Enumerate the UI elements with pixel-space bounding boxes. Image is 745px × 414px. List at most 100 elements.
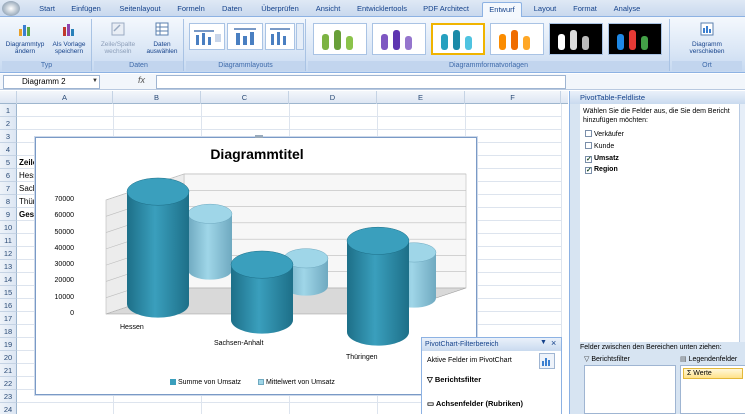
- tab-format[interactable]: Format: [570, 2, 600, 17]
- layouts-more-button[interactable]: [296, 23, 304, 50]
- chart-style-orange[interactable]: [490, 23, 544, 55]
- row-header[interactable]: 8: [0, 195, 17, 208]
- tab-daten[interactable]: Daten: [218, 2, 246, 17]
- formula-input[interactable]: [156, 75, 566, 89]
- pane-title: PivotTable-Feldliste: [570, 91, 745, 104]
- tab-pdf-architect[interactable]: PDF Architect: [420, 2, 472, 17]
- checkbox-region-checked[interactable]: ✓: [585, 167, 592, 174]
- filter-berichtsfilter[interactable]: ▽ Berichtsfilter: [427, 375, 481, 384]
- filter-pane-chart-icon[interactable]: [539, 353, 555, 369]
- move-chart-button[interactable]: Diagramm verschieben: [678, 21, 736, 55]
- column-header-f[interactable]: F: [465, 91, 561, 104]
- row-header[interactable]: 3: [0, 130, 17, 143]
- row-header[interactable]: 12: [0, 247, 17, 260]
- legendenfelder-dropzone[interactable]: Σ Werte: [680, 365, 745, 414]
- select-all-corner[interactable]: [0, 91, 17, 104]
- field-kunde[interactable]: Kunde: [585, 142, 614, 151]
- select-data-button[interactable]: Daten auswählen: [142, 21, 182, 55]
- office-button[interactable]: [2, 1, 20, 16]
- column-header-a[interactable]: A: [17, 91, 113, 104]
- column-header-d[interactable]: D: [289, 91, 377, 104]
- berichtsfilter-dropzone[interactable]: [584, 365, 676, 414]
- checkbox-kunde[interactable]: [585, 142, 592, 149]
- checkbox-umsatz-checked[interactable]: ✓: [585, 156, 592, 163]
- layout-option-1[interactable]: [189, 23, 225, 50]
- row-header[interactable]: 7: [0, 182, 17, 195]
- filter-achsenfelder[interactable]: ▭ Achsenfelder (Rubriken): [427, 399, 523, 408]
- row-header[interactable]: 20: [0, 351, 17, 364]
- style-teal-icon: [441, 30, 472, 50]
- row-header[interactable]: 2: [0, 117, 17, 130]
- select-data-icon: [155, 22, 169, 36]
- column-header-b[interactable]: B: [113, 91, 201, 104]
- row-header[interactable]: 16: [0, 299, 17, 312]
- field-region[interactable]: ✓ Region: [585, 165, 618, 174]
- row-header[interactable]: 23: [0, 390, 17, 403]
- fx-icon[interactable]: fx: [138, 75, 145, 85]
- field-umsatz[interactable]: ✓ Umsatz: [585, 154, 619, 163]
- pivot-chart[interactable]: Diagrammtitel 70000 60000 50000 40000 30000 2…: [35, 135, 477, 395]
- row-header[interactable]: 10: [0, 221, 17, 234]
- filter-pane-close-icon[interactable]: ×: [551, 338, 556, 348]
- tab-start[interactable]: Start: [34, 2, 60, 17]
- y-tick-label: 10000: [54, 293, 74, 301]
- row-header[interactable]: 18: [0, 325, 17, 338]
- tab-ueberpruefen[interactable]: Überprüfen: [258, 2, 302, 17]
- name-box[interactable]: Diagramm 2: [3, 75, 100, 89]
- row-header[interactable]: 14: [0, 273, 17, 286]
- tab-ansicht[interactable]: Ansicht: [312, 2, 344, 17]
- row-header[interactable]: 6: [0, 169, 17, 182]
- layout-option-3[interactable]: [265, 23, 295, 50]
- tab-seitenlayout[interactable]: Seitenlayout: [116, 2, 164, 17]
- switch-row-column-button[interactable]: Zeile/Spalte wechseln: [96, 21, 140, 55]
- row-header[interactable]: 19: [0, 338, 17, 351]
- field-list-scrollbar[interactable]: [739, 104, 745, 342]
- y-tick-label: 20000: [54, 277, 74, 285]
- chart-style-multicolor[interactable]: [608, 23, 662, 55]
- row-header[interactable]: 22: [0, 377, 17, 390]
- areas-instruction: Felder zwischen den Bereichen unten zieh…: [580, 344, 722, 351]
- y-tick-label: 60000: [54, 212, 74, 220]
- legend-series-mittelwert[interactable]: Mittelwert von Umsatz: [258, 379, 335, 386]
- chart-style-black-white[interactable]: [549, 23, 603, 55]
- tab-einfuegen[interactable]: Einfügen: [68, 2, 104, 17]
- werte-field-chip[interactable]: Σ Werte: [683, 368, 743, 379]
- chart-style-green[interactable]: [313, 23, 367, 55]
- tab-entwicklertools[interactable]: Entwicklertools: [354, 2, 410, 17]
- save-as-template-button[interactable]: Als Vorlage speichern: [48, 21, 90, 55]
- column-header-c[interactable]: C: [201, 91, 289, 104]
- row-header[interactable]: 11: [0, 234, 17, 247]
- tab-formeln[interactable]: Formeln: [174, 2, 208, 17]
- style-orange-icon: [499, 30, 530, 50]
- tab-entwurf[interactable]: Entwurf: [482, 2, 522, 17]
- name-box-dropdown-icon[interactable]: ▼: [92, 78, 98, 84]
- legend-series-summe[interactable]: Summe von Umsatz: [170, 379, 241, 386]
- y-tick-label: 40000: [54, 244, 74, 252]
- move-chart-icon: [700, 22, 714, 36]
- legend-swatch-mittelwert: [258, 379, 264, 385]
- row-header[interactable]: 15: [0, 286, 17, 299]
- row-header[interactable]: 21: [0, 364, 17, 377]
- chart-style-teal-selected[interactable]: [431, 23, 485, 55]
- row-header[interactable]: 4: [0, 143, 17, 156]
- row-header[interactable]: 1: [0, 104, 17, 117]
- field-verkaeufer[interactable]: Verkäufer: [585, 130, 624, 139]
- funnel-icon: ▽: [427, 375, 435, 384]
- mini-chart-icon: [542, 358, 550, 366]
- y-tick-label: 30000: [54, 261, 74, 269]
- tab-analyse[interactable]: Analyse: [610, 2, 644, 17]
- column-header-e[interactable]: E: [377, 91, 465, 104]
- row-header[interactable]: 5: [0, 156, 17, 169]
- tab-layout[interactable]: Layout: [530, 2, 560, 17]
- bar-summe-2: [346, 226, 410, 346]
- filter-pane-dropdown-icon[interactable]: ▼: [540, 339, 547, 346]
- checkbox-verkaeufer[interactable]: [585, 130, 592, 137]
- change-chart-type-button[interactable]: Diagrammtyp ändern: [4, 21, 46, 55]
- row-header[interactable]: 13: [0, 260, 17, 273]
- chart-style-purple[interactable]: [372, 23, 426, 55]
- row-header[interactable]: 9: [0, 208, 17, 221]
- layout-option-2[interactable]: [227, 23, 263, 50]
- row-header[interactable]: 17: [0, 312, 17, 325]
- legendenfelder-area-label: ▤ Legendenfelder: [680, 356, 738, 363]
- row-header[interactable]: 24: [0, 403, 17, 414]
